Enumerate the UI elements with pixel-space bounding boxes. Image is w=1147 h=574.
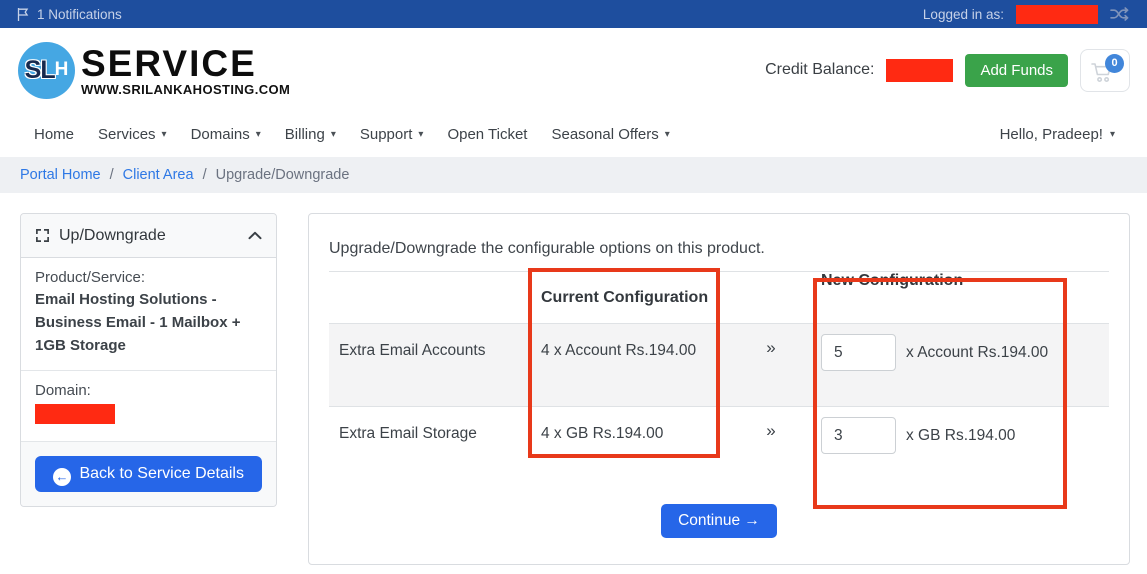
breadcrumb-client-area[interactable]: Client Area xyxy=(123,167,194,183)
greeting-label: Hello, Pradeep! xyxy=(999,126,1103,143)
caret-down-icon: ▾ xyxy=(1109,128,1115,140)
caret-down-icon: ▾ xyxy=(330,128,336,140)
nav-item-support[interactable]: Support ▾ xyxy=(348,126,436,143)
caret-down-icon: ▾ xyxy=(418,128,424,140)
main-navbar: Home Services ▾ Domains ▾ Billing ▾ Supp… xyxy=(0,112,1147,157)
nav-item-label: Billing xyxy=(284,126,325,143)
current-configuration-value: 4 x GB Rs.194.00 xyxy=(541,425,664,442)
sidebar-panel-header[interactable]: Up/Downgrade xyxy=(21,214,276,258)
redacted-username xyxy=(1016,4,1098,24)
extra-email-storage-quantity-input[interactable] xyxy=(821,417,896,454)
chevron-up-icon[interactable] xyxy=(248,231,262,240)
current-configuration-value: 4 x Account Rs.194.00 xyxy=(541,342,697,359)
updowngrade-sidebar-panel: Up/Downgrade Product/Service: Email Host… xyxy=(20,213,277,507)
breadcrumb: Portal Home / Client Area / Upgrade/Down… xyxy=(0,157,1147,193)
page: 1 Notifications Logged in as: SL H SERVI… xyxy=(0,0,1147,574)
add-funds-button[interactable]: Add Funds xyxy=(965,53,1068,87)
nav-item-label: Home xyxy=(34,126,75,143)
new-configuration-unit: x Account Rs.194.00 xyxy=(906,343,1049,361)
logo-badge-sub: H xyxy=(54,59,69,80)
continue-label: Continue xyxy=(678,512,741,529)
product-service-label: Product/Service: xyxy=(35,269,146,286)
table-row: Extra Email Storage 4 x GB Rs.194.00 » x… xyxy=(329,406,1109,491)
panel-intro-text: Upgrade/Downgrade the configurable optio… xyxy=(329,240,765,257)
logo-subtitle: WWW.SRILANKAHOSTING.COM xyxy=(81,81,291,97)
upgrade-options-panel: Upgrade/Downgrade the configurable optio… xyxy=(308,213,1130,565)
table-header-row: Current Configuration New Configuration xyxy=(329,272,1109,323)
table-row: Extra Email Accounts 4 x Account Rs.194.… xyxy=(329,323,1109,406)
domain-label: Domain: xyxy=(35,382,91,399)
breadcrumb-current-page: Upgrade/Downgrade xyxy=(215,167,350,183)
breadcrumb-separator: / xyxy=(109,167,114,183)
user-menu[interactable]: Hello, Pradeep! ▾ xyxy=(1000,126,1115,143)
nav-item-label: Services xyxy=(98,126,156,143)
nav-item-label: Support xyxy=(359,126,413,143)
nav-item-home[interactable]: Home xyxy=(22,126,86,143)
sidebar-panel-footer: ← Back to Service Details xyxy=(21,442,276,506)
extra-email-accounts-quantity-input[interactable] xyxy=(821,334,896,371)
logo-badge-main: SL xyxy=(24,55,56,84)
site-header: SL H SERVICE WWW.SRILANKAHOSTING.COM Cre… xyxy=(0,28,1147,112)
configurable-options-table: Current Configuration New Configuration … xyxy=(329,271,1109,491)
continue-button[interactable]: Continue → xyxy=(661,504,777,538)
option-name: Extra Email Storage xyxy=(339,425,477,442)
notifications-label: 1 Notifications xyxy=(37,6,122,22)
double-angle-icon: » xyxy=(766,421,776,440)
caret-down-icon: ▾ xyxy=(161,128,167,140)
flag-icon xyxy=(16,7,30,22)
cart-button[interactable]: 0 xyxy=(1080,48,1130,92)
back-button-label: Back to Service Details xyxy=(79,465,244,482)
double-angle-icon: » xyxy=(766,338,776,357)
caret-down-icon: ▾ xyxy=(255,128,261,140)
product-service-name: Email Hosting Solutions - Business Email… xyxy=(35,291,241,354)
back-to-service-details-button[interactable]: ← Back to Service Details xyxy=(35,456,262,492)
switch-account-icon[interactable] xyxy=(1110,7,1131,21)
nav-item-services[interactable]: Services ▾ xyxy=(86,126,179,143)
logo-title: SERVICE xyxy=(81,42,257,84)
logged-in-as-label: Logged in as: xyxy=(922,6,1004,22)
cart-count-badge: 0 xyxy=(1105,53,1124,73)
nav-item-billing[interactable]: Billing ▾ xyxy=(273,126,348,143)
domain-section: Domain: xyxy=(21,371,276,442)
breadcrumb-separator: / xyxy=(202,167,207,183)
new-configuration-header: New Configuration xyxy=(821,272,964,289)
top-utility-bar: 1 Notifications Logged in as: xyxy=(0,0,1147,28)
option-column-header xyxy=(329,290,541,306)
product-service-section: Product/Service: Email Hosting Solutions… xyxy=(21,258,276,371)
arrow-right-icon: → xyxy=(744,512,760,529)
notifications-link[interactable]: 1 Notifications xyxy=(16,7,122,22)
sidebar-panel-title: Up/Downgrade xyxy=(59,226,166,244)
redacted-domain xyxy=(35,404,115,424)
option-name: Extra Email Accounts xyxy=(339,342,486,359)
expand-icon xyxy=(35,228,50,243)
nav-item-seasonal-offers[interactable]: Seasonal Offers ▾ xyxy=(539,126,681,143)
nav-item-label: Open Ticket xyxy=(447,126,528,143)
caret-down-icon: ▾ xyxy=(664,128,670,140)
current-configuration-header: Current Configuration xyxy=(541,288,709,306)
credit-balance-label: Credit Balance: xyxy=(765,61,875,78)
site-logo[interactable]: SL H SERVICE WWW.SRILANKAHOSTING.COM xyxy=(18,41,291,99)
arrow-left-circle-icon: ← xyxy=(53,467,72,486)
nav-item-label: Domains xyxy=(190,126,250,143)
redacted-credit-amount xyxy=(886,58,954,82)
new-configuration-unit: x GB Rs.194.00 xyxy=(906,426,1016,444)
breadcrumb-portal-home[interactable]: Portal Home xyxy=(20,167,101,183)
nav-item-open-ticket[interactable]: Open Ticket xyxy=(435,126,539,143)
nav-item-label: Seasonal Offers xyxy=(551,126,659,143)
nav-item-domains[interactable]: Domains ▾ xyxy=(179,126,273,143)
logo-circle: SL H xyxy=(18,41,75,99)
